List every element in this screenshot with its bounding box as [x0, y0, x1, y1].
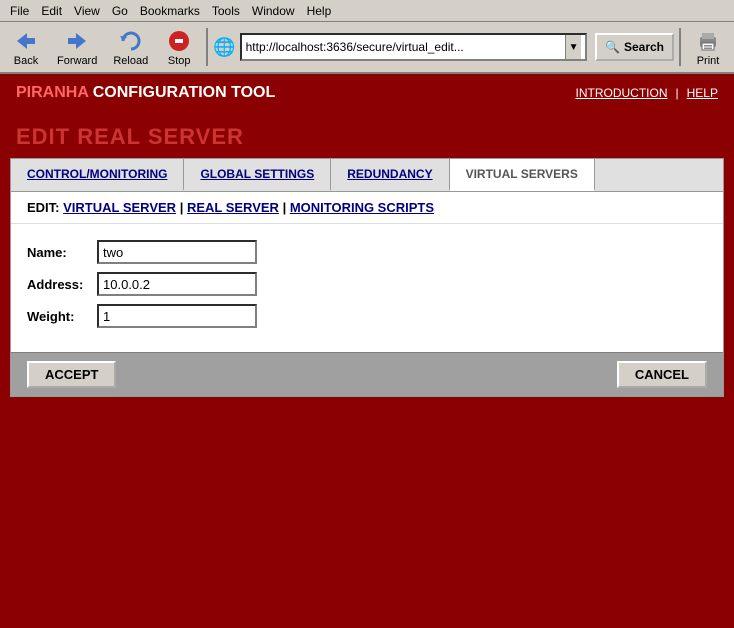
header-title: PIRANHA CONFIGURATION TOOL [16, 84, 275, 102]
menu-bookmarks[interactable]: Bookmarks [134, 2, 206, 20]
name-label: Name: [27, 245, 97, 260]
tab-redundancy[interactable]: REDUNDANCY [331, 159, 449, 191]
menu-window[interactable]: Window [246, 2, 301, 20]
accept-button[interactable]: ACCEPT [27, 361, 116, 388]
back-icon [12, 27, 40, 55]
breadcrumb-prefix: EDIT: [27, 200, 60, 215]
globe-icon: 🌐 [213, 37, 235, 58]
menu-tools[interactable]: Tools [206, 2, 246, 20]
cancel-button[interactable]: CANCEL [617, 361, 707, 388]
back-button[interactable]: Back [4, 24, 48, 70]
print-icon [694, 27, 722, 55]
tabs-row: CONTROL/MONITORING GLOBAL SETTINGS REDUN… [11, 159, 723, 192]
breadcrumb-virtual-server[interactable]: VIRTUAL SERVER [63, 200, 176, 215]
page-title: EDIT REAL SERVER [16, 124, 718, 150]
weight-input[interactable] [97, 304, 257, 328]
address-area: 🌐 ▼ 🔍 Search [213, 33, 674, 61]
help-link[interactable]: HELP [687, 86, 718, 100]
forward-button[interactable]: Forward [50, 24, 104, 70]
address-label: Address: [27, 277, 97, 292]
address-bar: ▼ [240, 33, 587, 61]
menu-view[interactable]: View [68, 2, 106, 20]
form-row-address: Address: [27, 272, 707, 296]
tab-virtual-servers[interactable]: VIRTUAL SERVERS [450, 159, 595, 191]
forward-icon [63, 27, 91, 55]
edit-breadcrumb: EDIT: VIRTUAL SERVER | REAL SERVER | MON… [11, 192, 723, 224]
form-area: Name: Address: Weight: [11, 224, 723, 344]
weight-label: Weight: [27, 309, 97, 324]
address-input[interactable] [246, 40, 565, 54]
stop-icon [165, 27, 193, 55]
stop-button[interactable]: Stop [157, 24, 201, 70]
print-button[interactable]: Print [686, 24, 730, 70]
toolbar-separator-2 [679, 28, 681, 66]
address-dropdown[interactable]: ▼ [565, 35, 581, 59]
menu-file[interactable]: File [4, 2, 35, 20]
menu-go[interactable]: Go [106, 2, 134, 20]
menu-bar: File Edit View Go Bookmarks Tools Window… [0, 0, 734, 22]
reload-icon [117, 27, 145, 55]
header-bar: PIRANHA CONFIGURATION TOOL INTRODUCTION … [0, 74, 734, 112]
browser-content: PIRANHA CONFIGURATION TOOL INTRODUCTION … [0, 74, 734, 628]
introduction-link[interactable]: INTRODUCTION [576, 86, 668, 100]
address-input-form[interactable] [97, 272, 257, 296]
header-links: INTRODUCTION | HELP [576, 86, 718, 100]
search-icon: 🔍 [605, 40, 620, 54]
breadcrumb-monitoring-scripts[interactable]: MONITORING SCRIPTS [290, 200, 434, 215]
reload-button[interactable]: Reload [106, 24, 155, 70]
menu-help[interactable]: Help [301, 2, 338, 20]
content-box: CONTROL/MONITORING GLOBAL SETTINGS REDUN… [10, 158, 724, 397]
form-row-weight: Weight: [27, 304, 707, 328]
page-title-area: EDIT REAL SERVER [0, 112, 734, 158]
brand-name: PIRANHA [16, 84, 88, 101]
search-button[interactable]: 🔍 Search [595, 33, 674, 61]
menu-edit[interactable]: Edit [35, 2, 68, 20]
toolbar-separator [206, 28, 208, 66]
tab-global-settings[interactable]: GLOBAL SETTINGS [184, 159, 331, 191]
breadcrumb-real-server[interactable]: REAL SERVER [187, 200, 279, 215]
form-row-name: Name: [27, 240, 707, 264]
tab-control-monitoring[interactable]: CONTROL/MONITORING [11, 159, 184, 191]
button-bar: ACCEPT CANCEL [11, 352, 723, 396]
name-input[interactable] [97, 240, 257, 264]
toolbar: Back Forward Reload Stop 🌐 [0, 22, 734, 74]
